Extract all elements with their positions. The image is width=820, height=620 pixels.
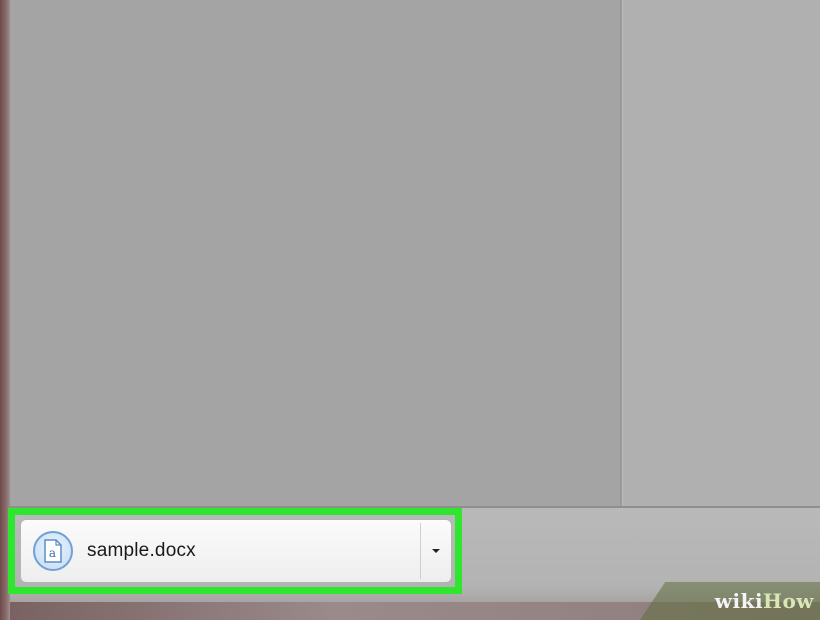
download-options-button[interactable] (421, 520, 451, 582)
main-content-pane (10, 0, 622, 508)
watermark-text: wikiHow (715, 589, 814, 613)
svg-text:a: a (49, 546, 56, 560)
download-item[interactable]: a sample.docx (20, 519, 452, 583)
side-content-pane (622, 0, 820, 508)
watermark-how: How (763, 589, 814, 613)
document-file-icon: a (33, 531, 73, 571)
chevron-down-icon (432, 549, 440, 553)
download-file-name[interactable]: sample.docx (87, 540, 420, 562)
wikihow-watermark: wikiHow (640, 582, 820, 620)
watermark-wiki: wiki (714, 589, 764, 613)
screen: a sample.docx wikiHow (0, 0, 820, 620)
